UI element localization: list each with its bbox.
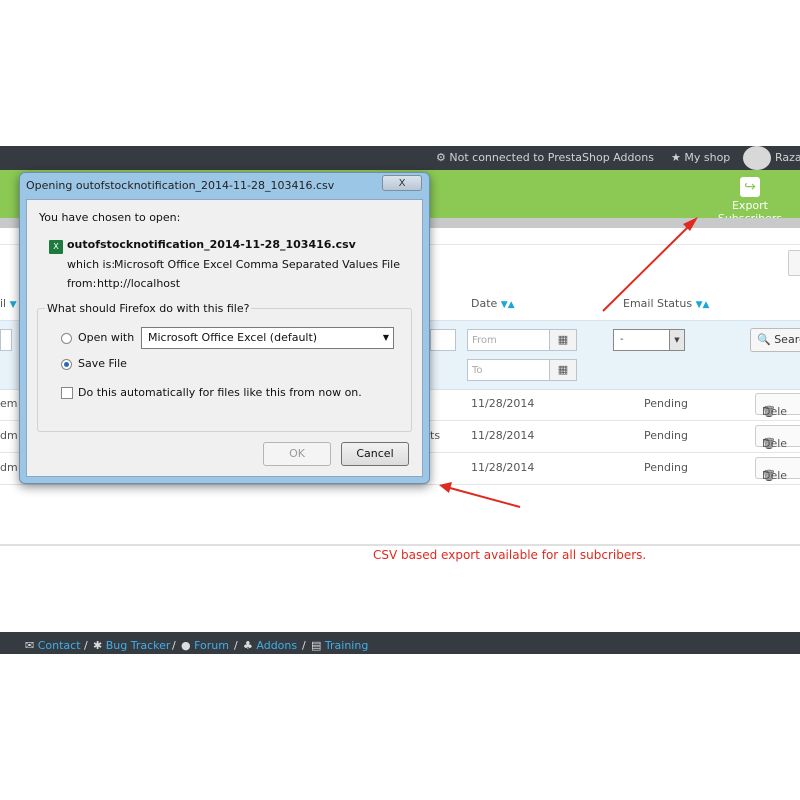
- bug-icon: ✱: [93, 639, 103, 652]
- puzzle-icon: ♣: [243, 639, 253, 652]
- date-from-input[interactable]: From: [467, 329, 550, 351]
- delete-button[interactable]: 🗑 Dele: [755, 425, 800, 450]
- auto-label[interactable]: Do this automatically for files like thi…: [78, 386, 362, 399]
- export-icon: ↪: [740, 177, 760, 197]
- save-file-radio[interactable]: [61, 359, 72, 370]
- delete-button[interactable]: 🗑 Dele: [755, 393, 800, 418]
- footer-separator: /: [234, 639, 238, 652]
- row-date: 11/28/2014: [471, 461, 535, 474]
- book-icon: ▤: [311, 639, 322, 652]
- column-header-date[interactable]: Date ▼▲: [471, 297, 515, 310]
- footer-separator: /: [302, 639, 306, 652]
- row-extra: ts: [430, 429, 441, 442]
- row-status: Pending: [644, 429, 688, 442]
- calendar-icon[interactable]: ▦: [549, 359, 577, 381]
- from-label: from:: [67, 277, 97, 290]
- column-header-email-status[interactable]: Email Status ▼▲: [623, 297, 709, 310]
- search-button[interactable]: 🔍 Searc: [750, 328, 800, 352]
- addons-status-link[interactable]: ⚙ Not connected to PrestaShop Addons: [436, 151, 654, 164]
- footer-bar: ✉ Contact / ✱ Bug Tracker / ● Forum / ♣ …: [0, 632, 800, 654]
- email-status-value: -: [620, 334, 624, 345]
- filter-input-partial[interactable]: [430, 329, 456, 351]
- row-date: 11/28/2014: [471, 397, 535, 410]
- action-question: What should Firefox do with this file?: [45, 302, 252, 315]
- application-select[interactable]: Microsoft Office Excel (default) ▼: [141, 327, 394, 349]
- content-divider: [0, 544, 800, 546]
- row-status: Pending: [644, 397, 688, 410]
- avatar[interactable]: [743, 146, 771, 170]
- dialog-body: You have chosen to open: X outofstocknot…: [26, 199, 423, 477]
- search-icon: 🔍: [757, 333, 771, 346]
- my-shop-link[interactable]: ★ My shop: [671, 151, 730, 164]
- cancel-button[interactable]: Cancel: [341, 442, 409, 466]
- footer-forum[interactable]: ● Forum: [181, 639, 229, 652]
- column-header-email[interactable]: il ▼: [0, 297, 17, 310]
- search-button-label: Searc: [774, 333, 800, 346]
- footer-separator: /: [172, 639, 176, 652]
- annotation-text: CSV based export available for all subcr…: [373, 548, 647, 562]
- footer-separator: /: [84, 639, 88, 652]
- open-with-label[interactable]: Open with: [78, 331, 134, 344]
- star-icon: ★: [671, 151, 681, 164]
- sort-icon[interactable]: ▼▲: [696, 300, 710, 310]
- download-dialog: Opening outofstocknotification_2014-11-2…: [19, 172, 430, 484]
- row-date: 11/28/2014: [471, 429, 535, 442]
- export-subscribers-button[interactable]: ↪ Export Subscribers: [700, 174, 800, 225]
- which-is-label: which is:: [67, 258, 116, 271]
- sort-icon[interactable]: ▼▲: [501, 300, 515, 310]
- comments-icon: ●: [181, 639, 191, 652]
- from-value: http://localhost: [97, 277, 181, 290]
- close-button[interactable]: X: [382, 175, 422, 191]
- footer-bug-tracker[interactable]: ✱ Bug Tracker: [93, 639, 170, 652]
- excel-file-icon: X: [49, 240, 63, 254]
- email-filter-input[interactable]: [0, 329, 12, 351]
- close-icon: X: [398, 178, 406, 189]
- envelope-icon: ✉: [25, 639, 35, 652]
- my-shop-text: My shop: [684, 151, 731, 164]
- save-file-label[interactable]: Save File: [78, 357, 127, 370]
- footer-training[interactable]: ▤ Training: [311, 639, 368, 652]
- file-type: Microsoft Office Excel Comma Separated V…: [114, 258, 404, 271]
- puzzle-icon: ⚙: [436, 151, 446, 164]
- auto-checkbox[interactable]: [61, 387, 73, 399]
- footer-addons[interactable]: ♣ Addons: [243, 639, 297, 652]
- ok-button[interactable]: OK: [263, 442, 331, 466]
- calendar-icon[interactable]: ▦: [549, 329, 577, 351]
- top-nav-bar: ⚙ Not connected to PrestaShop Addons ★ M…: [0, 146, 800, 170]
- chevron-down-icon: ▼: [669, 330, 684, 350]
- chosen-label: You have chosen to open:: [39, 211, 181, 224]
- open-with-radio[interactable]: [61, 333, 72, 344]
- row-email: em: [0, 397, 18, 410]
- sort-icon[interactable]: ▼: [10, 300, 17, 310]
- row-email: dm: [0, 461, 18, 474]
- delete-button[interactable]: 🗑 Dele: [755, 457, 800, 482]
- arrow-to-dialog: [449, 487, 521, 508]
- footer-contact[interactable]: ✉ Contact: [25, 639, 81, 652]
- panel-tool-button[interactable]: [788, 250, 800, 276]
- application-select-value: Microsoft Office Excel (default): [148, 331, 318, 344]
- addons-status-text: Not connected to PrestaShop Addons: [449, 151, 654, 164]
- row-status: Pending: [644, 461, 688, 474]
- email-status-select[interactable]: - ▼: [613, 329, 685, 351]
- user-name[interactable]: Raza: [775, 151, 800, 164]
- row-email: dm: [0, 429, 18, 442]
- chevron-down-icon: ▼: [382, 333, 389, 342]
- date-to-input[interactable]: To: [467, 359, 550, 381]
- file-name: outofstocknotification_2014-11-28_103416…: [67, 238, 356, 251]
- dialog-title: Opening outofstocknotification_2014-11-2…: [26, 179, 335, 192]
